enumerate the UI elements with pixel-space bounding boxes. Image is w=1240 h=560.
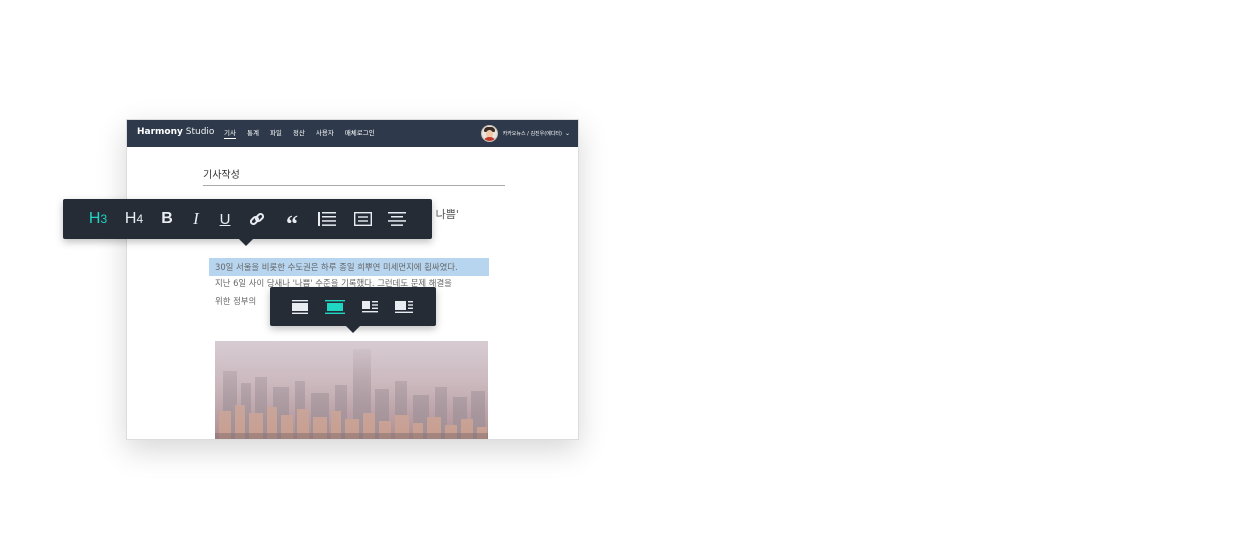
nav-item-article[interactable]: 기사 bbox=[224, 120, 236, 147]
blockquote-button[interactable] bbox=[312, 199, 342, 239]
user-name: 카카오뉴스 / 김진우(에디터) bbox=[502, 131, 562, 137]
brand-logo[interactable]: Harmony Studio bbox=[137, 127, 214, 137]
image-right-icon bbox=[395, 300, 413, 313]
nav-item-stats[interactable]: 통계 bbox=[247, 120, 259, 147]
quote-button[interactable]: “ bbox=[277, 199, 307, 239]
brand-name: Harmony bbox=[137, 127, 183, 137]
image-full-button[interactable] bbox=[283, 287, 317, 326]
toolbar-pointer bbox=[346, 326, 360, 333]
h4-button[interactable]: H4 bbox=[119, 199, 149, 239]
image-center-icon bbox=[325, 299, 345, 314]
link-button[interactable] bbox=[242, 199, 272, 239]
image-right-button[interactable] bbox=[387, 287, 421, 326]
editor-window: Harmony Studio 기사 통계 파일 정산 사용자 매체로그인 카카오… bbox=[126, 119, 579, 440]
top-navbar: Harmony Studio 기사 통계 파일 정산 사용자 매체로그인 카카오… bbox=[127, 120, 578, 147]
selected-paragraph-line[interactable]: 30일 서울을 비롯한 수도권은 하루 종일 희뿌연 미세먼지에 휩싸였다. bbox=[209, 258, 489, 276]
align-center-icon bbox=[388, 212, 406, 226]
box-button[interactable] bbox=[348, 199, 378, 239]
nav-item-users[interactable]: 사용자 bbox=[316, 120, 334, 147]
italic-button[interactable]: I bbox=[181, 199, 211, 239]
align-center-button[interactable] bbox=[382, 199, 412, 239]
nav-item-settlement[interactable]: 정산 bbox=[293, 120, 305, 147]
user-menu[interactable]: 카카오뉴스 / 김진우(에디터) ⌄ bbox=[480, 124, 570, 143]
toolbar-pointer bbox=[239, 239, 253, 246]
image-left-button[interactable] bbox=[353, 287, 387, 326]
box-icon bbox=[354, 212, 372, 226]
link-icon bbox=[249, 212, 265, 226]
avatar bbox=[480, 125, 498, 142]
main-nav: 기사 통계 파일 정산 사용자 매체로그인 bbox=[224, 120, 386, 147]
chevron-down-icon: ⌄ bbox=[564, 130, 570, 137]
image-layout-toolbar bbox=[270, 287, 436, 333]
title-divider bbox=[203, 185, 505, 186]
article-title-label[interactable]: 기사작성 bbox=[203, 166, 240, 181]
text-format-toolbar: H3 H4 B I U “ bbox=[63, 199, 432, 246]
h3-button[interactable]: H3 bbox=[83, 199, 113, 239]
nav-item-files[interactable]: 파일 bbox=[270, 120, 282, 147]
brand-subname: Studio bbox=[185, 127, 215, 137]
nav-item-media-login[interactable]: 매체로그인 bbox=[345, 120, 375, 147]
blockquote-icon bbox=[318, 212, 336, 226]
underline-button[interactable]: U bbox=[210, 199, 240, 239]
article-image[interactable] bbox=[215, 341, 488, 439]
image-left-icon bbox=[362, 300, 378, 312]
image-full-icon bbox=[292, 299, 308, 314]
image-center-button[interactable] bbox=[318, 287, 352, 326]
bold-button[interactable]: B bbox=[152, 199, 182, 239]
